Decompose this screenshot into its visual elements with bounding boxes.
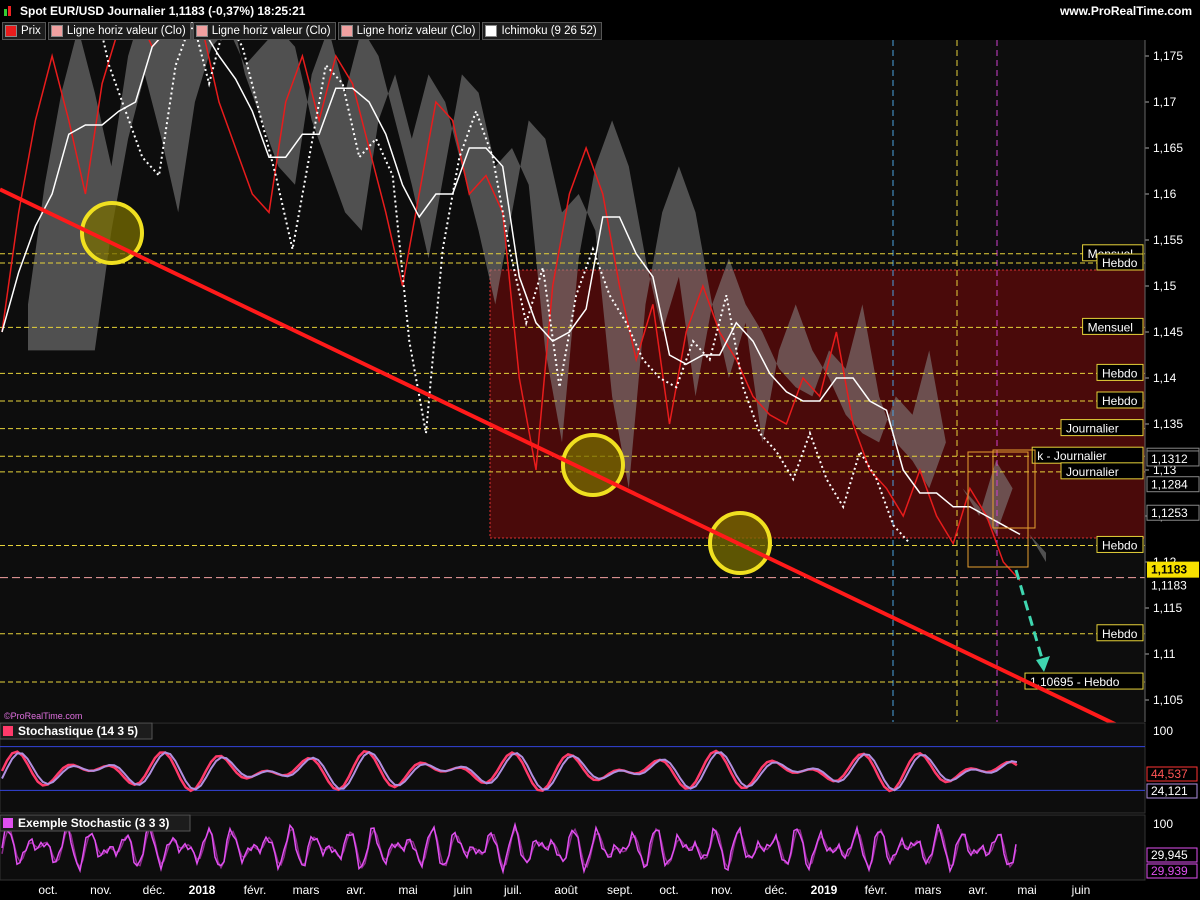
x-tick-label: mars: [293, 883, 320, 897]
watermark: ©ProRealTime.com: [4, 711, 82, 721]
y-tick-label: 1,17: [1153, 95, 1177, 109]
level-label: k - Journalier: [1037, 449, 1106, 463]
swatch-icon: [5, 25, 17, 37]
x-tick-label: avr.: [346, 883, 365, 897]
legend-item-price[interactable]: Prix: [2, 22, 46, 40]
level-label: Mensuel: [1088, 320, 1133, 334]
x-tick-label: mai: [398, 883, 417, 897]
y-tick-label: 1,115: [1153, 601, 1182, 615]
title-bar: Spot EUR/USD Journalier 1,1183 (-0,37%) …: [0, 0, 1200, 22]
x-tick-label: 2018: [189, 883, 216, 897]
stoch2-title: Exemple Stochastic (3 3 3): [18, 816, 169, 830]
price-label: 1,1253: [1151, 506, 1188, 520]
last-price-label: 1,1183: [1151, 563, 1187, 577]
legend-item-hline-2[interactable]: Ligne horiz valeur (Clo): [192, 22, 336, 40]
x-tick-label: nov.: [90, 883, 112, 897]
x-tick-label: juin: [1071, 883, 1091, 897]
level-label: Hebdo: [1102, 394, 1138, 408]
legend: Prix Ligne horiz valeur (Clo) Ligne hori…: [2, 22, 602, 40]
x-tick-label: avr.: [968, 883, 987, 897]
y-tick-label: 1,11: [1153, 647, 1176, 661]
x-tick-label: déc.: [765, 883, 788, 897]
swatch-icon: [3, 818, 13, 828]
legend-item-hline-3[interactable]: Ligne horiz valeur (Clo): [337, 22, 481, 40]
legend-item-hline-1[interactable]: Ligne horiz valeur (Clo): [47, 22, 191, 40]
y-tick-label: 1,15: [1153, 279, 1177, 293]
swatch-icon: [3, 726, 13, 736]
x-tick-label: févr.: [244, 883, 267, 897]
level-label: Journalier: [1066, 465, 1119, 479]
y-tick-label: 1,16: [1153, 187, 1177, 201]
chart-canvas: MensuelHebdoMensuelHebdoHebdoJournalierk…: [0, 0, 1200, 900]
y-tick-label: 1,165: [1153, 141, 1183, 155]
y-tick-label: 1,175: [1153, 49, 1183, 63]
stoch-value: 44,537: [1151, 767, 1188, 781]
stoch-y-tick: 100: [1153, 724, 1173, 738]
stoch-value: 24,121: [1151, 784, 1188, 798]
price-label: 1,1183: [1151, 579, 1187, 593]
x-tick-label: juin: [453, 883, 473, 897]
x-tick-label: mars: [915, 883, 942, 897]
site-link[interactable]: www.ProRealTime.com: [1060, 4, 1192, 18]
x-tick-label: oct.: [38, 883, 57, 897]
swatch-icon: [485, 25, 498, 37]
y-tick-label: 1,14: [1153, 371, 1177, 385]
x-tick-label: juil.: [503, 883, 522, 897]
x-tick-label: déc.: [143, 883, 166, 897]
stoch2-y-tick: 100: [1153, 817, 1173, 831]
level-label: Hebdo: [1102, 538, 1138, 552]
price-label: 1,1284: [1151, 478, 1188, 492]
range-zone: [489, 269, 1146, 539]
level-label: Journalier: [1066, 422, 1119, 436]
x-tick-label: sept.: [607, 883, 633, 897]
level-label: Hebdo: [1102, 366, 1138, 380]
stoch2-value: 29,945: [1151, 848, 1188, 862]
swatch-icon: [195, 25, 208, 37]
chart-title: Spot EUR/USD Journalier 1,1183 (-0,37%) …: [20, 4, 306, 18]
level-label: 1,10695 - Hebdo: [1030, 675, 1120, 689]
x-tick-label: oct.: [659, 883, 678, 897]
stoch-title: Stochastique (14 3 5): [18, 724, 138, 738]
legend-item-ichimoku[interactable]: Ichimoku (9 26 52): [482, 22, 602, 40]
stoch2-value: 29,939: [1151, 864, 1188, 878]
bar-chart-icon: [4, 6, 11, 16]
x-tick-label: août: [554, 883, 578, 897]
level-label: Hebdo: [1102, 256, 1138, 270]
level-label: Hebdo: [1102, 627, 1138, 641]
x-tick-label: nov.: [711, 883, 733, 897]
x-tick-label: mai: [1017, 883, 1036, 897]
y-tick-label: 1,145: [1153, 325, 1183, 339]
price-label: 1,1312: [1151, 452, 1188, 466]
y-tick-label: 1,155: [1153, 233, 1183, 247]
x-tick-label: 2019: [811, 883, 838, 897]
swatch-icon: [50, 25, 63, 37]
y-tick-label: 1,135: [1153, 417, 1183, 431]
swatch-icon: [340, 25, 353, 37]
y-tick-label: 1,105: [1153, 693, 1183, 707]
x-tick-label: févr.: [865, 883, 888, 897]
